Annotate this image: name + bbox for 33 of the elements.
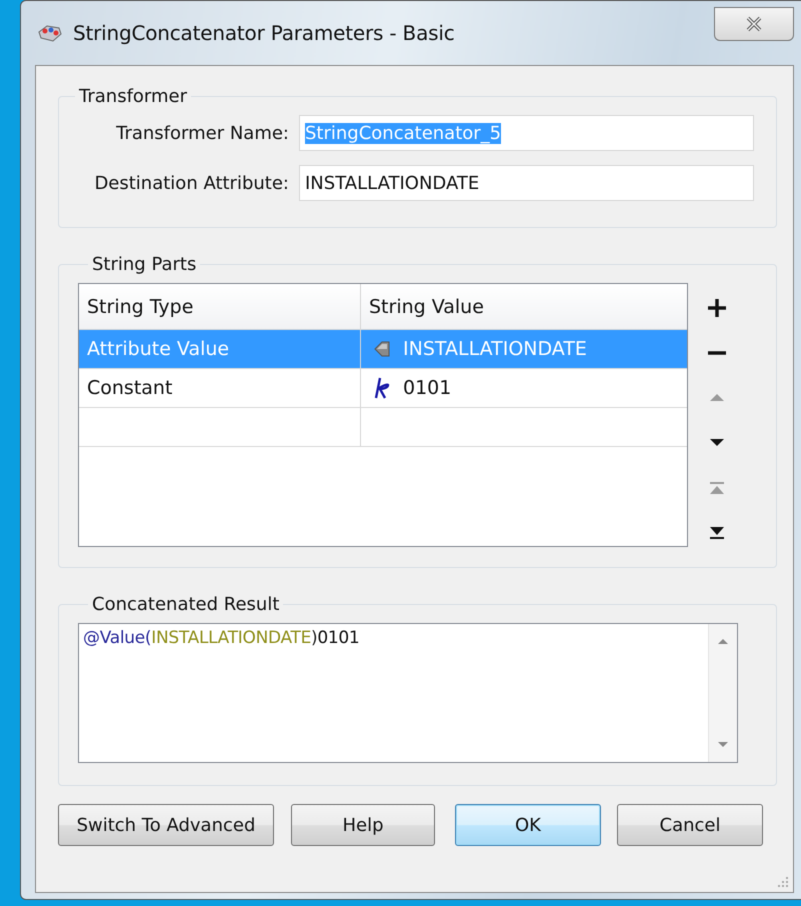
group-title: String Parts — [91, 254, 198, 275]
plus-icon — [708, 298, 726, 316]
scrollbar[interactable] — [708, 624, 737, 762]
table-cell: Attribute Value — [87, 338, 230, 360]
close-button[interactable] — [714, 7, 794, 41]
down-arrow-icon — [710, 439, 724, 446]
up-arrow-icon — [710, 394, 724, 401]
result-expression: @Value(INSTALLATIONDATE)0101 — [82, 627, 360, 650]
field-label: Transformer Name: — [115, 122, 289, 144]
move-to-bottom-icon — [710, 526, 724, 538]
table-cell: INSTALLATIONDATE — [403, 338, 587, 360]
window-title: StringConcatenator Parameters - Basic — [73, 21, 455, 45]
default-button[interactable]: OK — [455, 804, 601, 846]
resize-grip-icon — [777, 876, 789, 888]
move-to-top-icon — [710, 482, 724, 494]
scroll-down-icon[interactable] — [716, 740, 730, 750]
group-title: Concatenated Result — [91, 594, 280, 615]
column-header[interactable]: String Type — [79, 284, 361, 329]
table-cell: Constant — [87, 377, 172, 399]
minus-icon — [708, 350, 726, 354]
dialog-button[interactable]: Switch To Advanced — [58, 804, 274, 846]
constant-icon — [373, 376, 391, 400]
text-field[interactable]: INSTALLATIONDATE — [299, 165, 754, 201]
table-row[interactable]: Constant 0101 — [79, 369, 687, 408]
attribute-icon — [373, 339, 391, 359]
scroll-up-icon[interactable] — [716, 636, 730, 646]
dialog-button[interactable]: Cancel — [617, 804, 763, 846]
group-title: Transformer — [78, 86, 188, 107]
table-cell: 0101 — [403, 377, 452, 399]
dialog-button[interactable]: Help — [291, 804, 435, 846]
field-label: Destination Attribute: — [93, 172, 289, 194]
column-header[interactable]: String Value — [361, 284, 687, 329]
result-text-area[interactable]: @Value(INSTALLATIONDATE)0101 — [78, 623, 738, 763]
